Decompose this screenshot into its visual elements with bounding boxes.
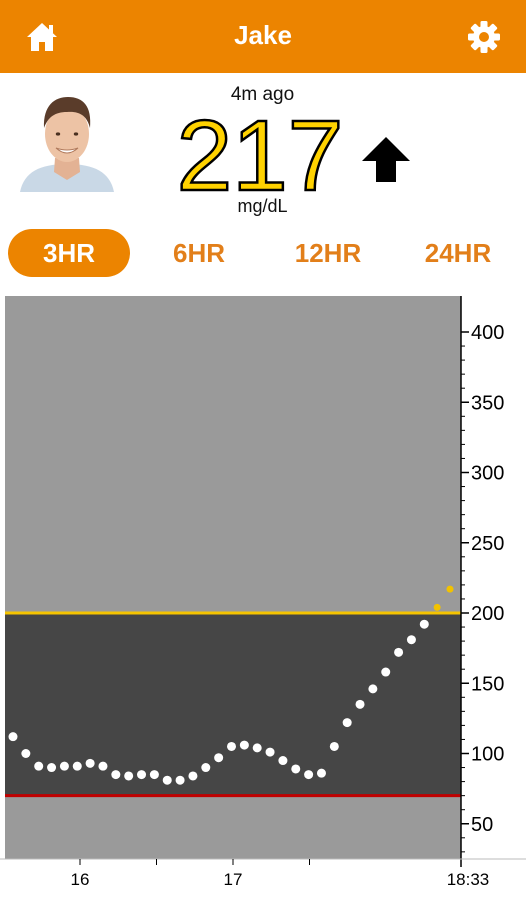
glucose-point — [124, 771, 134, 781]
glucose-point — [239, 740, 249, 750]
glucose-point — [149, 770, 159, 780]
glucose-point — [265, 747, 275, 757]
glucose-point — [111, 770, 121, 780]
gear-icon[interactable] — [466, 20, 502, 54]
glucose-point — [304, 770, 314, 780]
glucose-point — [34, 761, 44, 771]
glucose-point — [342, 718, 352, 728]
glucose-point — [201, 763, 211, 773]
y-tick-label: 250 — [471, 533, 504, 555]
glucose-point — [214, 753, 224, 763]
glucose-point — [291, 764, 301, 774]
tab-6hr[interactable]: 6HR — [145, 229, 253, 277]
glucose-units: mg/dL — [237, 196, 288, 216]
glucose-value: 217 — [175, 100, 344, 200]
up-arrow-icon — [362, 137, 410, 182]
glucose-point — [175, 775, 185, 785]
x-tick-label: 16 — [71, 870, 90, 889]
tab-24hr[interactable]: 24HR — [400, 229, 516, 277]
glucose-point — [98, 761, 108, 771]
x-tick-label: 18:33 — [447, 870, 490, 889]
glucose-point — [433, 603, 441, 611]
glucose-point — [381, 667, 391, 677]
glucose-point — [368, 684, 378, 694]
glucose-point — [72, 761, 82, 771]
app-header: Jake — [0, 0, 526, 73]
glucose-point — [162, 775, 172, 785]
glucose-point — [85, 758, 95, 768]
time-range-tabs: 3HR 6HR 12HR 24HR — [0, 226, 526, 282]
glucose-point — [252, 743, 262, 753]
tab-3hr[interactable]: 3HR — [8, 229, 130, 277]
y-tick-label: 150 — [471, 673, 504, 695]
glucose-point — [419, 619, 429, 629]
patient-name: Jake — [234, 20, 292, 50]
y-tick-label: 50 — [471, 814, 493, 836]
y-tick-label: 200 — [471, 603, 504, 625]
y-tick-label: 100 — [471, 744, 504, 766]
glucose-point — [316, 768, 326, 778]
y-tick-label: 300 — [471, 463, 504, 485]
tab-12hr[interactable]: 12HR — [270, 229, 386, 277]
glucose-point — [227, 741, 236, 751]
glucose-point — [278, 756, 288, 766]
glucose-chart: 50 100 150 200 250 300 350 400 16 17 18:33 — [0, 296, 526, 889]
glucose-point — [355, 699, 365, 709]
glucose-point — [8, 732, 18, 742]
avatar — [18, 88, 116, 192]
glucose-point — [21, 749, 31, 758]
svg-text:217: 217 — [177, 100, 344, 200]
glucose-point — [188, 771, 198, 781]
glucose-point — [137, 770, 147, 780]
x-tick-label: 17 — [224, 870, 243, 889]
glucose-point — [394, 647, 404, 657]
glucose-point — [59, 761, 69, 771]
y-tick-label: 350 — [471, 392, 504, 414]
glucose-point — [406, 635, 416, 645]
glucose-point — [47, 763, 57, 773]
glucose-point — [329, 741, 339, 751]
y-tick-label: 400 — [471, 322, 504, 344]
glucose-point — [446, 585, 454, 593]
